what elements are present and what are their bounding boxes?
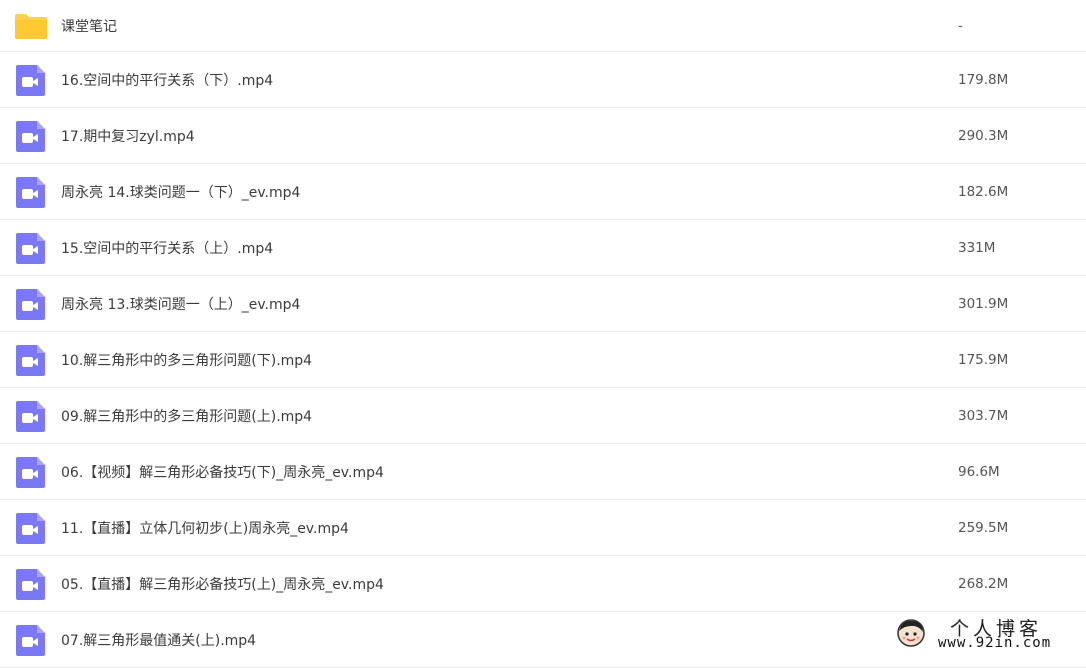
video-file-icon <box>14 287 48 321</box>
file-row[interactable]: 周永亮 13.球类问题一（上）_ev.mp4 301.9M <box>0 276 1086 332</box>
video-file-icon <box>14 119 48 153</box>
video-file-icon <box>14 567 48 601</box>
video-file-icon <box>14 231 48 265</box>
file-row[interactable]: 15.空间中的平行关系（上）.mp4 331M <box>0 220 1086 276</box>
file-size: 179.8M <box>958 71 1009 88</box>
file-name[interactable]: 10.解三角形中的多三角形问题(下).mp4 <box>61 350 312 370</box>
file-row[interactable]: 09.解三角形中的多三角形问题(上).mp4 303.7M <box>0 388 1086 444</box>
video-file-icon <box>14 399 48 433</box>
watermark-url: www.92in.com <box>938 635 1052 651</box>
file-name[interactable]: 06.【视频】解三角形必备技巧(下)_周永亮_ev.mp4 <box>61 462 384 482</box>
file-size: 182.6M <box>958 183 1009 200</box>
file-size: 96.6M <box>958 463 1000 480</box>
file-size: 175.9M <box>958 351 1009 368</box>
file-row[interactable]: 17.期中复习zyl.mp4 290.3M <box>0 108 1086 164</box>
video-file-icon <box>14 175 48 209</box>
file-size: - <box>958 17 963 34</box>
video-file-icon <box>14 343 48 377</box>
file-row[interactable]: 周永亮 14.球类问题一（下）_ev.mp4 182.6M <box>0 164 1086 220</box>
watermark: 个人博客 www.92in.com <box>888 612 1086 655</box>
file-name[interactable]: 周永亮 14.球类问题一（下）_ev.mp4 <box>61 182 300 202</box>
file-row[interactable]: 11.【直播】立体几何初步(上)周永亮_ev.mp4 259.5M <box>0 500 1086 556</box>
file-name[interactable]: 17.期中复习zyl.mp4 <box>61 126 195 146</box>
video-file-icon <box>14 63 48 97</box>
file-row[interactable]: 10.解三角形中的多三角形问题(下).mp4 175.9M <box>0 332 1086 388</box>
file-size: 268.2M <box>958 575 1009 592</box>
file-name[interactable]: 课堂笔记 <box>61 16 117 36</box>
video-file-icon <box>14 623 48 657</box>
file-row[interactable]: 16.空间中的平行关系（下）.mp4 179.8M <box>0 52 1086 108</box>
file-size: 303.7M <box>958 407 1009 424</box>
file-name[interactable]: 09.解三角形中的多三角形问题(上).mp4 <box>61 406 312 426</box>
file-row[interactable]: 课堂笔记 - <box>0 0 1086 52</box>
video-file-icon <box>14 455 48 489</box>
folder-icon <box>14 9 48 43</box>
file-list: 课堂笔记 - 16.空间中的平行关系（下）.mp4 179.8M 17.期中复习zy… <box>0 0 1086 668</box>
file-size: 301.9M <box>958 295 1009 312</box>
avatar-icon <box>897 619 925 647</box>
file-name[interactable]: 05.【直播】解三角形必备技巧(上)_周永亮_ev.mp4 <box>61 574 384 594</box>
file-row[interactable]: 06.【视频】解三角形必备技巧(下)_周永亮_ev.mp4 96.6M <box>0 444 1086 500</box>
file-size: 290.3M <box>958 127 1009 144</box>
file-name[interactable]: 07.解三角形最值通关(上).mp4 <box>61 630 256 650</box>
file-name[interactable]: 16.空间中的平行关系（下）.mp4 <box>61 70 273 90</box>
video-file-icon <box>14 511 48 545</box>
file-name[interactable]: 周永亮 13.球类问题一（上）_ev.mp4 <box>61 294 300 314</box>
file-name[interactable]: 11.【直播】立体几何初步(上)周永亮_ev.mp4 <box>61 518 349 538</box>
file-row[interactable]: 05.【直播】解三角形必备技巧(上)_周永亮_ev.mp4 268.2M <box>0 556 1086 612</box>
file-size: 259.5M <box>958 519 1009 536</box>
file-name[interactable]: 15.空间中的平行关系（上）.mp4 <box>61 238 273 258</box>
file-size: 331M <box>958 239 996 256</box>
